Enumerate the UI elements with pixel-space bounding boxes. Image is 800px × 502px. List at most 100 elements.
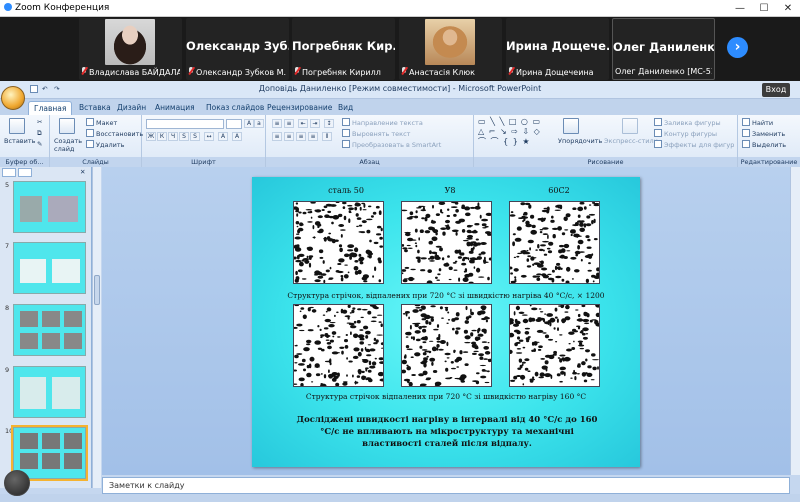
- zoom-window-title: Zoom Конференция: [0, 0, 800, 17]
- column-label: 60С2: [548, 186, 570, 195]
- next-participants-button[interactable]: ›: [727, 37, 748, 58]
- bullets-icon[interactable]: ≡: [272, 119, 282, 128]
- arrange-icon[interactable]: [563, 118, 579, 134]
- paste-button[interactable]: Вставить: [4, 137, 35, 145]
- group-label: Абзац: [266, 157, 473, 167]
- align-right-icon[interactable]: ≡: [296, 132, 306, 141]
- font-size-combo[interactable]: [226, 119, 242, 129]
- indent-dec-icon[interactable]: ⇤: [298, 119, 308, 128]
- slide-thumbnail[interactable]: [13, 242, 86, 294]
- font-name-combo[interactable]: [146, 119, 224, 129]
- office-button-icon[interactable]: [1, 86, 25, 110]
- notes-pane[interactable]: Заметки к слайду: [102, 477, 790, 494]
- tab-animation[interactable]: Анимация: [150, 101, 200, 115]
- align-left-icon[interactable]: ≡: [272, 132, 282, 141]
- font-color-icon[interactable]: А: [232, 132, 242, 141]
- text-direction-button[interactable]: Направление текста: [342, 118, 423, 127]
- panel-close-icon[interactable]: ✕: [80, 168, 85, 176]
- slide-thumbnail[interactable]: [13, 304, 86, 356]
- scrollbar-thumb[interactable]: [94, 275, 100, 305]
- underline-icon[interactable]: Ч: [168, 132, 178, 141]
- shapes-gallery[interactable]: ▭ ╲ ╲ □ ○ ▭ △ ⌐ ↘ ⇨ ⇩ ◇ ⌒ ⌒ { } ★: [478, 117, 541, 147]
- shape-fill-button[interactable]: Заливка фигуры: [654, 118, 721, 127]
- slide-scrollbar[interactable]: [790, 167, 800, 475]
- self-view-avatar[interactable]: [4, 470, 30, 496]
- shrink-font-icon[interactable]: a: [254, 119, 264, 128]
- select-button[interactable]: Выделить: [742, 140, 786, 149]
- participant-tile[interactable]: Ирина Дощече... Ирина Дощечеина: [506, 18, 609, 80]
- layout-button[interactable]: Макет: [86, 118, 117, 127]
- minimize-icon[interactable]: —: [728, 0, 752, 17]
- line-spacing-icon[interactable]: ↕: [324, 119, 334, 128]
- group-slides: Создать слайд Макет Восстановить Удалить…: [50, 115, 143, 167]
- muted-mic-icon: [294, 67, 300, 76]
- tab-insert[interactable]: Вставка: [74, 101, 116, 115]
- signin-button[interactable]: Вход: [762, 83, 790, 97]
- participant-tile[interactable]: Владислава БАЙДАЛА...: [79, 18, 182, 80]
- quick-access-toolbar: ↶ ↷ Доповідь Даниленко [Режим совместимо…: [0, 81, 800, 99]
- shadow-icon[interactable]: S: [190, 132, 200, 141]
- slide-canvas: сталь 50 У8 60С2 Структура стрічок, відп…: [102, 167, 800, 475]
- slides-tab[interactable]: [2, 168, 16, 177]
- new-slide-icon[interactable]: [59, 118, 75, 134]
- columns-icon[interactable]: ⫴: [322, 132, 332, 141]
- maximize-icon[interactable]: ☐: [752, 0, 776, 17]
- slides-panel-scrollbar[interactable]: [92, 167, 101, 488]
- group-label: Редактирование: [738, 157, 800, 167]
- replace-button[interactable]: Заменить: [742, 129, 785, 138]
- indent-inc-icon[interactable]: ⇥: [310, 119, 320, 128]
- shape-effects-button[interactable]: Эффекты для фигур: [654, 140, 734, 149]
- participant-tile[interactable]: Олександр Зуб... Олександр Зубков М...: [186, 18, 289, 80]
- group-paragraph: ≡ ≡ ⇤ ⇥ ↕ ≡ ≡ ≡ ≡ ⫴ Направление текста В…: [266, 115, 474, 167]
- powerpoint-window: ↶ ↷ Доповідь Даниленко [Режим совместимо…: [0, 81, 800, 502]
- group-label: Рисование: [474, 157, 737, 167]
- format-painter-icon[interactable]: ✎: [37, 140, 42, 148]
- case-icon[interactable]: А: [218, 132, 228, 141]
- shape-outline-button[interactable]: Контур фигуры: [654, 129, 717, 138]
- paste-icon[interactable]: [9, 118, 25, 134]
- close-icon[interactable]: ✕: [776, 0, 800, 17]
- caption-top: Структура стрічок, відпалених при 720 °С…: [287, 291, 605, 300]
- micrograph-image: [291, 304, 386, 388]
- spacing-icon[interactable]: ↔: [204, 132, 214, 141]
- tab-home[interactable]: Главная: [28, 101, 73, 115]
- panel-tabs: ✕: [2, 168, 88, 177]
- find-button[interactable]: Найти: [742, 118, 773, 127]
- quick-styles-button[interactable]: Экспресс-стили: [604, 137, 658, 145]
- new-slide-button[interactable]: Создать слайд: [54, 137, 84, 153]
- slides-panel: ✕ 5 7 8 9 10: [0, 167, 92, 488]
- participant-tile-active[interactable]: Олег Даниленко Олег Даниленко [МС-51-...: [612, 18, 715, 80]
- ribbon-tabs: Главная Вставка Дизайн Анимация Показ сл…: [0, 99, 800, 115]
- delete-slide-button[interactable]: Удалить: [86, 140, 124, 149]
- grow-font-icon[interactable]: A: [244, 119, 254, 128]
- tab-review[interactable]: Рецензирование: [262, 101, 337, 115]
- micrograph-image: [401, 304, 493, 388]
- bold-icon[interactable]: Ж: [146, 132, 156, 141]
- current-slide[interactable]: сталь 50 У8 60С2 Структура стрічок, відп…: [252, 177, 640, 467]
- copy-icon[interactable]: ⧉: [37, 129, 42, 138]
- tab-slideshow[interactable]: Показ слайдов: [201, 101, 269, 115]
- cut-icon[interactable]: ✂: [37, 118, 42, 126]
- column-label: сталь 50: [328, 186, 364, 195]
- quick-styles-icon[interactable]: [622, 118, 638, 134]
- zoom-logo-icon: [4, 3, 12, 11]
- tab-design[interactable]: Дизайн: [112, 101, 151, 115]
- justify-icon[interactable]: ≡: [308, 132, 318, 141]
- participant-tile[interactable]: Погребняк Кир... Погребняк Кирилл: [292, 18, 395, 80]
- strikethrough-icon[interactable]: S: [179, 132, 189, 141]
- numbering-icon[interactable]: ≡: [284, 119, 294, 128]
- align-text-button[interactable]: Выровнять текст: [342, 129, 410, 138]
- arrange-button[interactable]: Упорядочить: [558, 137, 602, 145]
- reset-button[interactable]: Восстановить: [86, 129, 143, 138]
- status-bar: [0, 494, 800, 502]
- participant-tile[interactable]: Анастасія Клюк: [399, 18, 502, 80]
- group-label: Буфер об...: [0, 157, 49, 167]
- smartart-button[interactable]: Преобразовать в SmartArt: [342, 140, 441, 149]
- slide-thumbnail[interactable]: [13, 181, 86, 233]
- outline-tab[interactable]: [18, 168, 32, 177]
- slide-thumbnail[interactable]: [13, 366, 86, 418]
- align-center-icon[interactable]: ≡: [284, 132, 294, 141]
- italic-icon[interactable]: К: [157, 132, 167, 141]
- tab-view[interactable]: Вид: [333, 101, 358, 115]
- muted-mic-icon: [401, 67, 407, 76]
